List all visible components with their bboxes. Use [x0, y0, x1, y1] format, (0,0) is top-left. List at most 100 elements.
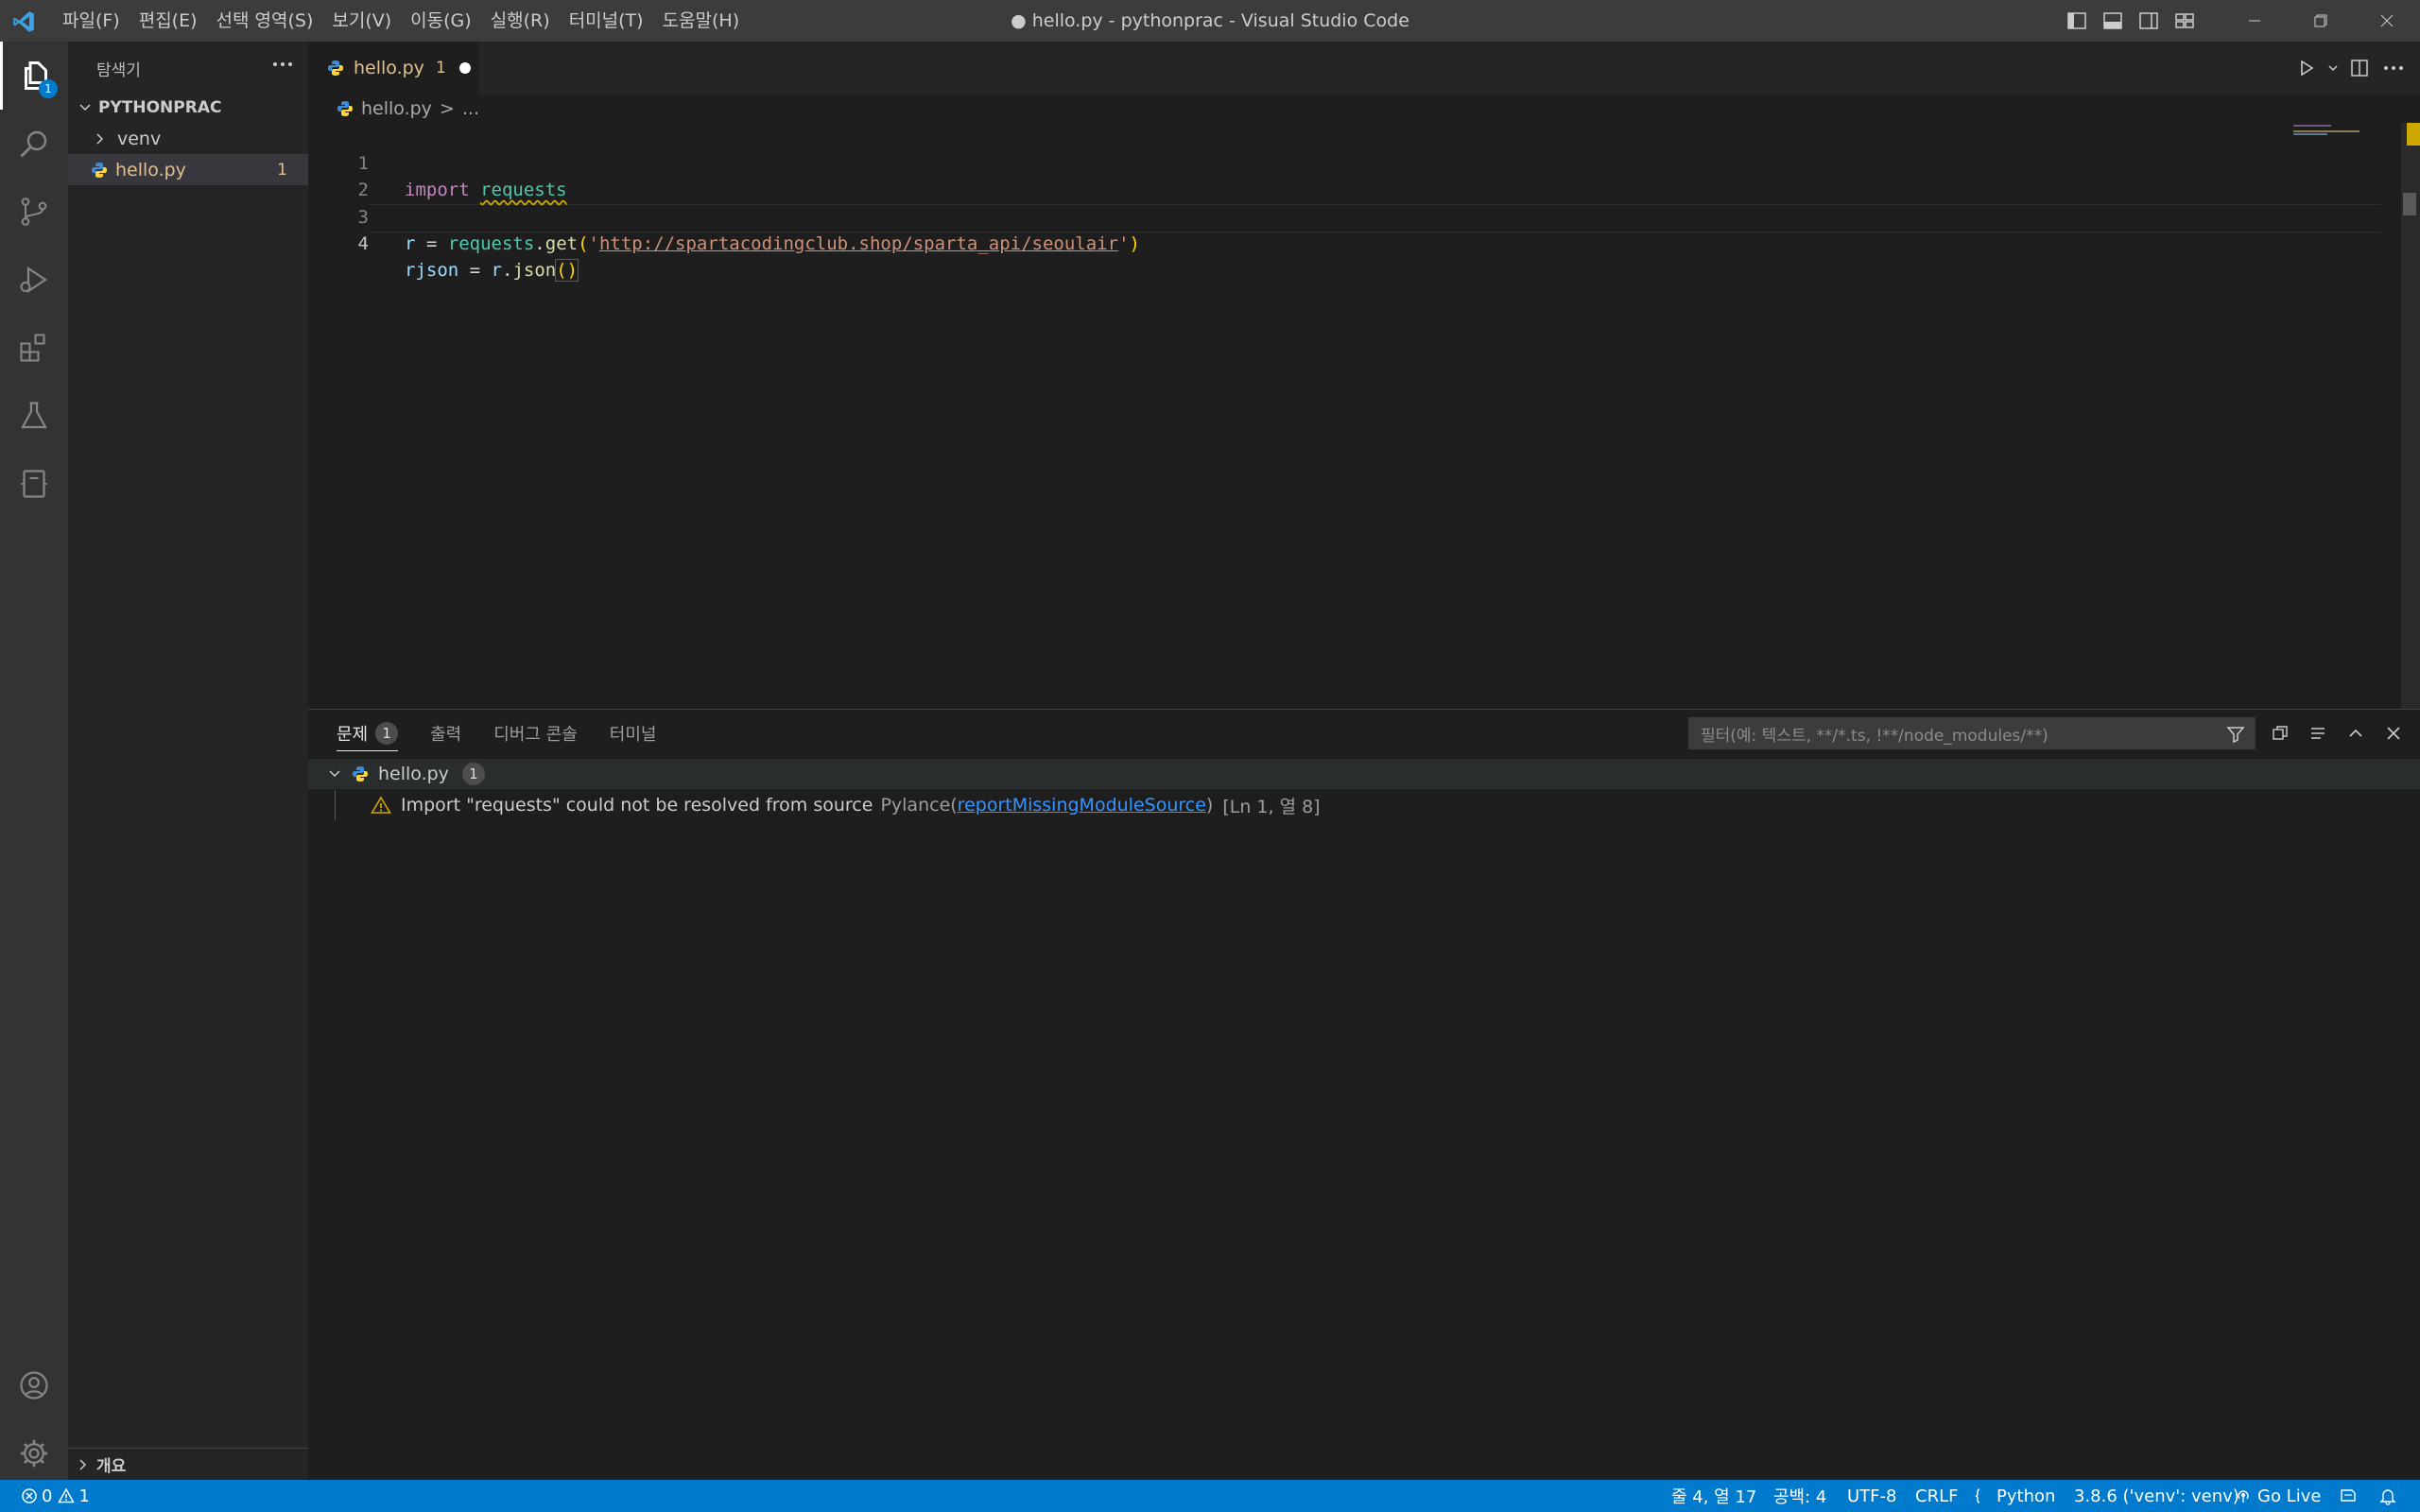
copy-icon[interactable] — [2261, 710, 2299, 757]
cursor-position[interactable]: 줄 4, 열 17 — [1671, 1480, 1756, 1512]
bracket: () — [555, 259, 579, 282]
vscode-logo-icon[interactable] — [11, 9, 36, 34]
project-name: PYTHONPRAC — [98, 97, 222, 117]
run-debug-icon[interactable] — [0, 246, 68, 314]
tree-item-venv[interactable]: venv — [68, 123, 308, 154]
menu-view[interactable]: 보기(V) — [322, 0, 401, 42]
go-live-button[interactable]: Go Live — [2235, 1480, 2321, 1512]
remote-explorer-icon[interactable] — [0, 450, 68, 518]
editor-actions — [2290, 42, 2411, 94]
accounts-icon[interactable] — [0, 1351, 68, 1419]
menu-run[interactable]: 실행(R) — [481, 0, 560, 42]
problems-filter-input[interactable]: 필터(예: 텍스트, **/*.ts, !**/node_modules/**) — [1688, 717, 2256, 749]
search-icon[interactable] — [0, 110, 68, 178]
testing-icon[interactable] — [0, 382, 68, 450]
view-as-tree-icon[interactable] — [2299, 710, 2337, 757]
notifications-bell-icon[interactable] — [2378, 1480, 2397, 1512]
run-python-file-icon[interactable] — [2290, 42, 2324, 94]
tab-terminal[interactable]: 터미널 — [610, 710, 657, 757]
toggle-primary-sidebar-icon[interactable] — [2059, 0, 2095, 42]
operator: = — [415, 233, 448, 254]
problems-status[interactable]: 0 1 — [21, 1480, 90, 1512]
indentation[interactable]: 공백: 4 — [1773, 1480, 1826, 1512]
toggle-panel-icon[interactable] — [2095, 0, 2131, 42]
tab-output[interactable]: 출력 — [430, 710, 461, 757]
python-interpreter[interactable]: 3.8.6 ('venv': venv) — [2074, 1480, 2239, 1512]
punctuation: . — [534, 233, 545, 254]
warning-icon — [58, 1487, 76, 1503]
tab-label: 디버그 콘솔 — [493, 725, 578, 745]
language-label: Python — [1996, 1486, 2056, 1506]
editor-tabs-bar: hello.py 1 — [308, 42, 2420, 94]
tab-problem-count: 1 — [435, 59, 446, 77]
minimap-line — [2293, 125, 2331, 127]
menu-go[interactable]: 이동(G) — [401, 0, 481, 42]
run-dropdown-chevron-icon[interactable] — [2324, 42, 2342, 94]
breadcrumb: hello.py > ... — [308, 94, 2420, 123]
explorer-sidebar: 탐색기 PYTHONPRAC venv hello.py 1 개요 — [68, 42, 308, 1480]
problem-file-count: 1 — [461, 763, 485, 785]
panel-tabs: 문제 1 출력 디버그 콘솔 터미널 — [308, 710, 688, 757]
chevron-right-icon — [79, 1458, 87, 1470]
close-window-icon[interactable] — [2354, 0, 2420, 42]
tab-label: 출력 — [430, 725, 462, 745]
problem-file-name: hello.py — [378, 764, 449, 784]
problem-file-row[interactable]: hello.py 1 — [308, 759, 2420, 789]
string-quote: ' — [588, 233, 599, 254]
menu-edit[interactable]: 편집(E) — [130, 0, 207, 42]
extensions-icon[interactable] — [0, 314, 68, 382]
feedback-icon[interactable] — [2339, 1480, 2358, 1512]
language-mode[interactable]: Python — [1974, 1480, 2055, 1512]
language-braces-icon — [1975, 1488, 1980, 1503]
encoding[interactable]: UTF-8 — [1847, 1480, 1896, 1512]
outline-section-header[interactable]: 개요 — [68, 1448, 308, 1480]
breadcrumb-symbols[interactable]: ... — [462, 98, 479, 119]
problem-source: Pylance( — [880, 795, 958, 816]
menu-help[interactable]: 도움말(H) — [653, 0, 750, 42]
bottom-panel: 문제 1 출력 디버그 콘솔 터미널 필터(예: 텍스트, **/*.ts, !… — [308, 709, 2420, 1480]
string-quote: ' — [1118, 233, 1130, 254]
string-url[interactable]: http://spartacodingclub.shop/sparta_api/… — [599, 233, 1118, 254]
maximize-panel-icon[interactable] — [2337, 710, 2375, 757]
code-editor[interactable]: 1 import requests 2 3 r = requests.get('… — [308, 123, 2397, 709]
restore-window-icon[interactable] — [2288, 0, 2354, 42]
chevron-down-icon — [79, 103, 91, 111]
minimize-window-icon[interactable] — [2221, 0, 2288, 42]
toggle-secondary-sidebar-icon[interactable] — [2131, 0, 2167, 42]
filter-icon[interactable] — [2226, 725, 2245, 744]
project-folder-header[interactable]: PYTHONPRAC — [68, 92, 308, 123]
breadcrumb-file[interactable]: hello.py — [361, 98, 432, 119]
filter-placeholder: 필터(예: 텍스트, **/*.ts, !**/node_modules/**) — [1701, 726, 2048, 746]
variable: r — [405, 233, 416, 254]
problem-item[interactable]: Import "requests" could not be resolved … — [308, 790, 2420, 820]
menu-file[interactable]: 파일(F) — [53, 0, 130, 42]
line-source: rjson = r.json() — [405, 257, 579, 284]
editor-scrollbar[interactable] — [2401, 123, 2420, 709]
cursor-marker — [2403, 193, 2416, 215]
explorer-icon[interactable]: 1 — [0, 42, 68, 110]
tree-item-hello-py[interactable]: hello.py 1 — [68, 154, 308, 185]
tab-problems[interactable]: 문제 1 — [337, 710, 399, 757]
tab-hello-py[interactable]: hello.py 1 — [308, 42, 478, 94]
menu-selection[interactable]: 선택 영역(S) — [207, 0, 323, 42]
source-control-icon[interactable] — [0, 178, 68, 246]
split-editor-icon[interactable] — [2342, 42, 2377, 94]
editor-more-actions-icon[interactable] — [2377, 42, 2411, 94]
customize-layout-icon[interactable] — [2167, 0, 2203, 42]
tree-indent-guide — [335, 790, 336, 820]
tab-debug-console[interactable]: 디버그 콘솔 — [493, 710, 578, 757]
close-panel-icon[interactable] — [2375, 710, 2412, 757]
more-actions-icon[interactable] — [267, 51, 299, 77]
variable: r — [491, 260, 502, 281]
panel-actions — [2261, 710, 2412, 757]
problem-location: [Ln 1, 열 8] — [1222, 796, 1321, 817]
code-line-4: 4 rjson = r.json() — [308, 204, 2293, 282]
unsaved-dot-icon[interactable] — [458, 62, 471, 74]
problem-code-link[interactable]: reportMissingModuleSource — [958, 795, 1206, 816]
end-of-line[interactable]: CRLF — [1915, 1480, 1958, 1512]
manage-gear-icon[interactable] — [0, 1419, 68, 1487]
error-count: 0 — [42, 1486, 53, 1506]
function-name: json — [512, 260, 557, 281]
menu-terminal[interactable]: 터미널(T) — [560, 0, 653, 42]
problems-badge: 1 — [375, 722, 399, 745]
